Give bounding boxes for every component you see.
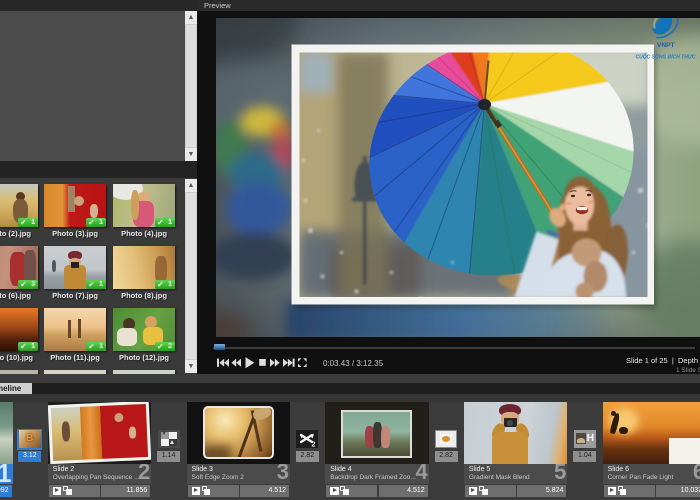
svg-text:CUỘC SỐNG ĐÍCH THỰC: CUỘC SỐNG ĐÍCH THỰC [635,52,695,60]
svg-text:0:03.43 / 3:12.35: 0:03.43 / 3:12.35 [323,359,384,368]
svg-text:VNPT: VNPT [657,42,675,49]
svg-text:2: 2 [312,442,316,449]
